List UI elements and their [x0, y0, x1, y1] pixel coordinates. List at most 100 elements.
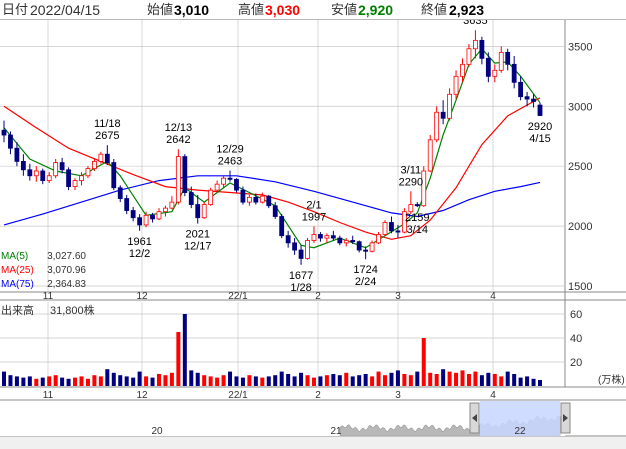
current-volume-value: 31,800株 [50, 303, 95, 317]
annotation-date: 12/17 [184, 241, 212, 253]
date-value: 2022/04/15 [30, 2, 101, 18]
annotation-value: 2642 [166, 134, 190, 146]
volume-bar [525, 376, 530, 386]
candle-body [414, 204, 420, 207]
candle-body [479, 39, 485, 59]
volume-bar [208, 376, 213, 386]
volume-bar [421, 338, 426, 386]
volume-bar [473, 371, 478, 386]
volume-bar [357, 375, 362, 386]
candle-body [492, 69, 498, 77]
candle-body [389, 222, 394, 232]
annotation-value: 1677 [289, 270, 313, 282]
candle-body [169, 201, 175, 209]
annotation-value: 2675 [95, 130, 119, 142]
annotation-date: 2/1 [306, 199, 321, 211]
candle-body [104, 153, 110, 163]
candle-body [137, 217, 143, 226]
navigator-year-label: 22 [514, 426, 526, 437]
candle-body [447, 93, 452, 119]
candle-body [356, 241, 362, 251]
month-label: 22/1 [228, 291, 248, 302]
candle-body [150, 214, 155, 220]
volume-bar [466, 374, 471, 386]
volume-bar [344, 372, 349, 386]
scrollbar-track[interactable] [0, 437, 626, 449]
candle-body [195, 204, 201, 219]
candle-body [117, 187, 123, 199]
volume-bar [247, 375, 252, 386]
candle-body [85, 168, 91, 177]
volume-bar [215, 377, 220, 386]
month-label: 2 [315, 291, 321, 302]
volume-bar [79, 376, 84, 386]
volume-bar [299, 372, 304, 386]
low-value: 2,920 [358, 2, 394, 18]
annotation-value: 2290 [399, 176, 423, 188]
volume-bar [163, 375, 168, 386]
date-range-navigator[interactable]: 20 21 22 [0, 401, 571, 437]
month-label-volume: 11 [43, 390, 54, 401]
volume-bar [512, 374, 517, 386]
month-label: 11 [43, 291, 54, 302]
ma5-line [3, 47, 541, 249]
candle-body [246, 196, 252, 203]
volume-bar [240, 377, 245, 386]
candle-body [130, 210, 136, 219]
volume-bar [111, 372, 116, 386]
candle-body [208, 189, 214, 205]
candle-body [182, 156, 188, 193]
price-tick-label: 3500 [568, 41, 592, 53]
annotation-date: 12/2 [129, 248, 150, 260]
volume-label: 出来高 [1, 303, 34, 317]
volume-bar [363, 374, 368, 386]
candlestick-series [1, 30, 543, 265]
candle-body [305, 240, 310, 259]
annotation-value: 1997 [302, 211, 326, 223]
annotation-date: 3/14 [407, 224, 428, 236]
candle-body [259, 195, 265, 203]
volume-bar [234, 376, 239, 386]
volume-bar [53, 375, 58, 386]
candle-body [201, 204, 207, 219]
volume-bar [202, 375, 207, 386]
price-tick-label: 3000 [568, 101, 592, 113]
volume-bar [47, 376, 52, 386]
ma25-legend-name: MA(25) [1, 265, 34, 276]
volume-bar [21, 377, 26, 386]
volume-bar [189, 370, 194, 386]
price-tick-label: 2500 [568, 161, 592, 173]
volume-bar [169, 372, 174, 386]
candle-body [111, 162, 117, 189]
volume-bar [537, 380, 543, 386]
volume-bar [350, 376, 355, 386]
candle-body [27, 169, 33, 177]
candle-body [531, 98, 536, 102]
volume-bar [221, 375, 226, 386]
price-tick-label: 1500 [568, 281, 592, 293]
candle-body [72, 180, 78, 187]
candle-body [175, 156, 181, 203]
candle-body [460, 63, 465, 77]
volume-bar [415, 371, 420, 386]
candle-body [330, 235, 336, 239]
price-tick-label: 2000 [568, 221, 592, 233]
candle-body [427, 139, 433, 172]
candle-body [337, 237, 343, 244]
volume-tick-label: 20 [570, 357, 582, 369]
volume-bar [531, 378, 536, 386]
candle-body [214, 183, 220, 191]
volume-bar [518, 377, 523, 386]
candle-body [318, 234, 323, 239]
volume-bar [441, 369, 446, 386]
volume-bar [144, 376, 149, 386]
candle-body [40, 170, 46, 181]
candle-body [266, 195, 272, 207]
volume-bar [105, 369, 110, 386]
stock-chart: 1500 2000 2500 3000 3500 20 40 60 (万株) 1… [0, 20, 626, 449]
candle-body [227, 177, 233, 180]
month-label-volume: 22/1 [228, 390, 248, 401]
candle-body [143, 214, 149, 226]
candle-body [376, 234, 381, 244]
volume-bar [311, 377, 316, 386]
